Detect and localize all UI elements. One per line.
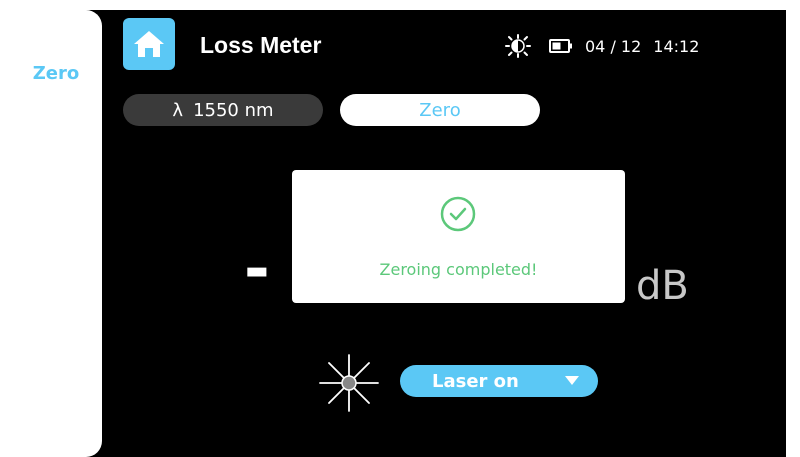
zeroing-dialog: Zeroing completed! [292,170,625,303]
check-circle-icon [440,196,476,232]
zero-button-label: Zero [419,99,461,121]
app-title: Loss Meter [200,32,322,58]
wavelength-selector[interactable]: λ 1550 nm [123,94,323,126]
dialog-message: Zeroing completed! [379,260,538,279]
measurement-unit: dB [636,263,689,309]
battery-icon [549,39,572,53]
measurement-value: - [244,232,280,305]
status-bar: 04 / 12 14:12 [505,34,699,58]
laser-label: Laser on [432,371,519,392]
laser-icon [319,354,379,412]
chevron-down-icon [565,376,579,385]
home-button[interactable] [123,18,175,70]
brightness-icon [505,34,531,58]
laser-toggle-dropdown[interactable]: Laser on [400,365,598,397]
zero-button[interactable]: Zero [340,94,540,126]
sidebar-item-zero[interactable]: Zero [10,48,102,98]
wavelength-value: 1550 nm [193,99,274,121]
time-text: 14:12 [653,36,700,56]
lambda-symbol: λ [172,99,184,121]
sidebar-item-label: Zero [32,62,80,84]
device-screen: Zero Loss Meter 04 / 12 14:12 λ 1550 nm … [10,10,786,457]
home-icon [134,31,164,57]
sidebar: Zero [10,10,102,457]
date-text: 04 / 12 [585,36,642,56]
